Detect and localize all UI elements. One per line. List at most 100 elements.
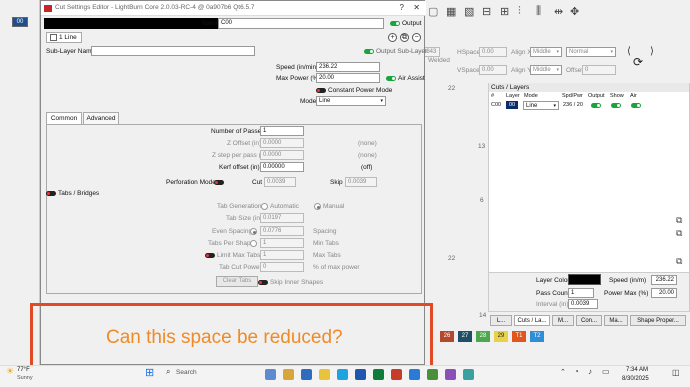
- app-icon[interactable]: [265, 369, 276, 380]
- tab-cut-power-field[interactable]: 0▴▾: [260, 262, 304, 272]
- layer-color-swatch[interactable]: [568, 274, 601, 285]
- tab-size-field[interactable]: 0.0197▴▾: [260, 213, 304, 223]
- app-icon[interactable]: [337, 369, 348, 380]
- tab-cuts-layers[interactable]: Cuts / La...: [514, 315, 550, 326]
- app-icon[interactable]: [445, 369, 456, 380]
- row-air-toggle[interactable]: [631, 103, 641, 108]
- icon-7[interactable]: ⫼: [536, 5, 541, 18]
- mode-select[interactable]: Line ▾: [316, 96, 386, 106]
- tab-console[interactable]: Con...: [576, 315, 602, 326]
- app-icon[interactable]: [373, 369, 384, 380]
- app-icon[interactable]: [409, 369, 420, 380]
- volume-icon[interactable]: ♪: [588, 367, 592, 376]
- pass-count-field[interactable]: 1: [568, 288, 594, 298]
- palette-swatch[interactable]: T2: [530, 331, 544, 342]
- icon-4[interactable]: ⊟: [482, 5, 491, 18]
- app-icon[interactable]: [355, 369, 366, 380]
- line-tab[interactable]: 1 Line: [46, 32, 82, 43]
- interval-field[interactable]: 0.0039: [568, 299, 598, 309]
- side-icon[interactable]: ⧉: [676, 256, 682, 267]
- panel-speed-field[interactable]: 236.22: [651, 275, 677, 285]
- tab-shape-properties[interactable]: Shape Proper...: [630, 315, 686, 326]
- z-offset-field[interactable]: 0.0000▴▾: [260, 138, 304, 148]
- row-mode-select[interactable]: Line ▾: [523, 101, 559, 110]
- layer-number-chip[interactable]: 00: [12, 17, 28, 27]
- speed-field[interactable]: 236.22▴▾: [316, 62, 380, 72]
- constant-power-toggle[interactable]: [316, 88, 326, 93]
- help-icon[interactable]: ?: [400, 3, 404, 12]
- icon-6[interactable]: ⫶: [518, 5, 521, 18]
- tab-advanced[interactable]: Advanced: [83, 112, 119, 124]
- air-assist-toggle[interactable]: [386, 76, 396, 81]
- kerf-field[interactable]: 0.00000▴▾: [260, 162, 304, 172]
- app-icon[interactable]: [463, 369, 474, 380]
- limit-max-tabs-toggle[interactable]: [205, 253, 215, 258]
- perforation-toggle[interactable]: [214, 180, 224, 185]
- skip-field[interactable]: 0.0039▴▾: [345, 177, 377, 187]
- line-tab-checkbox[interactable]: [50, 34, 57, 41]
- passes-field[interactable]: 1▴▾: [260, 126, 304, 136]
- normal-select[interactable]: Normal ▾: [566, 47, 616, 57]
- cut-field[interactable]: 0.0039▴▾: [264, 177, 296, 187]
- icon-3[interactable]: ▧: [464, 5, 474, 18]
- palette-swatch[interactable]: 27: [458, 331, 472, 342]
- tab-material[interactable]: Ma...: [604, 315, 628, 326]
- name-field[interactable]: C00: [218, 18, 384, 29]
- weather-icon[interactable]: ☀: [6, 366, 14, 377]
- copy-sublayer-icon[interactable]: ⧉: [400, 33, 409, 42]
- even-spacing-radio[interactable]: [250, 228, 257, 235]
- even-spacing-field[interactable]: 0.0776▴▾: [260, 226, 304, 236]
- tabs-bridges-toggle[interactable]: [46, 191, 56, 196]
- taskbar-search[interactable]: Search: [176, 369, 197, 376]
- align-y-select[interactable]: Middle ▾: [530, 65, 562, 75]
- hspace-field[interactable]: 0.00: [479, 47, 507, 57]
- z-step-field[interactable]: 0.0000▴▾: [260, 150, 304, 160]
- windows-start-icon[interactable]: ⊞: [145, 366, 154, 379]
- bracket-icon[interactable]: ⟨: [627, 46, 631, 57]
- search-icon[interactable]: ⌕: [166, 367, 170, 377]
- panel-power-field[interactable]: 20.00: [651, 288, 677, 298]
- chevron-up-icon[interactable]: ⌃: [560, 368, 566, 376]
- palette-swatch[interactable]: 28: [476, 331, 490, 342]
- battery-icon[interactable]: ▭: [602, 367, 610, 376]
- app-icon[interactable]: [283, 369, 294, 380]
- output-toggle[interactable]: [390, 21, 400, 26]
- tab-move[interactable]: M...: [552, 315, 574, 326]
- palette-swatch[interactable]: T1: [512, 331, 526, 342]
- side-icon[interactable]: ⧉: [676, 215, 682, 226]
- clear-tabs-button[interactable]: Clear Tabs: [216, 276, 258, 287]
- app-icon[interactable]: [301, 369, 312, 380]
- notification-icon[interactable]: ◫: [672, 368, 680, 377]
- table-row[interactable]: C00 00 Line ▾ 236 / 20: [489, 101, 689, 111]
- vspace-field[interactable]: 0.00: [479, 65, 507, 75]
- tab-laser[interactable]: L...: [490, 315, 512, 326]
- row-show-toggle[interactable]: [611, 103, 621, 108]
- palette-swatch[interactable]: 29: [494, 331, 508, 342]
- app-icon[interactable]: [391, 369, 402, 380]
- rotate-icon[interactable]: ⟳: [633, 55, 643, 69]
- palette-swatch[interactable]: 26: [440, 331, 454, 342]
- icon-1[interactable]: ▢: [428, 5, 438, 18]
- sublayer-name-field[interactable]: [91, 46, 255, 56]
- offset-field[interactable]: 0: [582, 65, 616, 75]
- row-output-toggle[interactable]: [591, 103, 601, 108]
- wifi-icon[interactable]: ◔: [574, 367, 579, 376]
- close-icon[interactable]: ✕: [413, 3, 420, 12]
- max-power-field[interactable]: 20.00▴▾: [316, 73, 380, 83]
- bracket-close-icon[interactable]: ⟩: [650, 46, 654, 57]
- tabs-per-shape-field[interactable]: 1▴▾: [260, 238, 304, 248]
- limit-max-tabs-field[interactable]: 1▴▾: [260, 250, 304, 260]
- skip-inner-toggle[interactable]: [258, 280, 268, 285]
- icon-2[interactable]: ▦: [446, 5, 456, 18]
- output-sublayer-toggle[interactable]: [364, 49, 374, 54]
- app-icon[interactable]: [427, 369, 438, 380]
- icon-5[interactable]: ⊞: [500, 5, 509, 18]
- side-icon[interactable]: ⧉: [676, 228, 682, 239]
- remove-sublayer-icon[interactable]: −: [412, 33, 421, 42]
- automatic-radio[interactable]: [261, 203, 268, 210]
- add-sublayer-icon[interactable]: +: [388, 33, 397, 42]
- tabs-per-shape-radio[interactable]: [250, 240, 257, 247]
- manual-radio[interactable]: [314, 203, 321, 210]
- align-x-select[interactable]: Middle ▾: [530, 47, 562, 57]
- icon-9[interactable]: ✥: [570, 5, 579, 18]
